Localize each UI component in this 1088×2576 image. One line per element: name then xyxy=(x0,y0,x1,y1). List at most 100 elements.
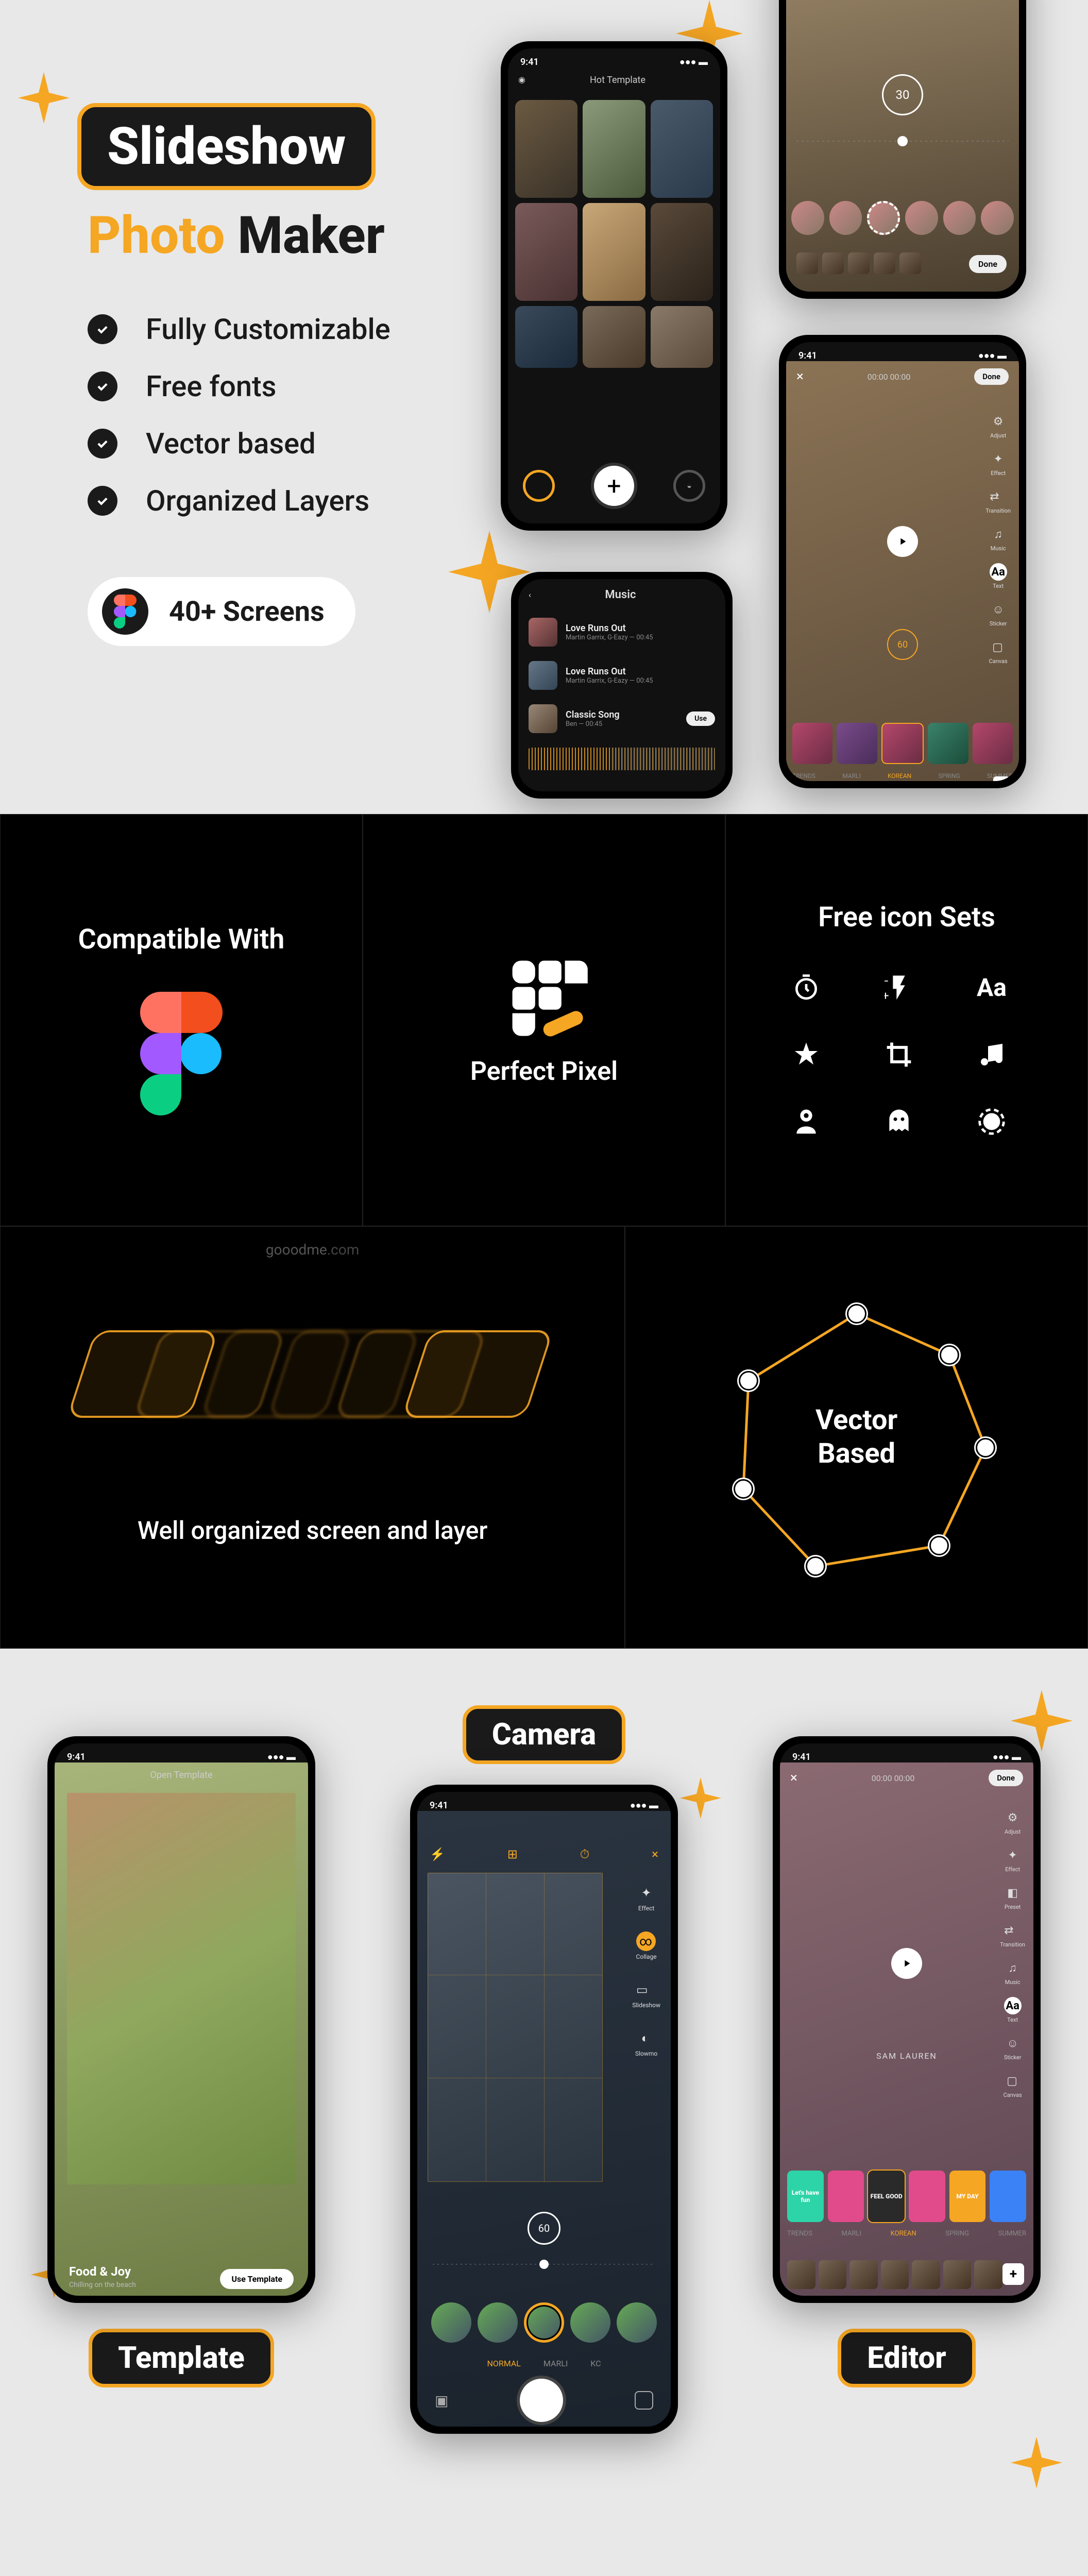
clip-thumb[interactable] xyxy=(819,2260,847,2289)
slideshow-tool[interactable]: ▭Slideshow xyxy=(632,1980,660,2009)
clip-thumb[interactable] xyxy=(899,252,921,274)
preset-tool[interactable]: ◧Preset xyxy=(1004,1884,1022,1910)
filter-thumb[interactable] xyxy=(478,2302,518,2343)
gallery-icon[interactable]: ▣ xyxy=(435,2392,448,2409)
clip-thumb[interactable] xyxy=(943,2260,972,2289)
filter-thumb[interactable] xyxy=(867,201,900,235)
music-track[interactable]: Love Runs OutMartin Garrix, G-Eazy — 00:… xyxy=(518,611,725,654)
preset-card[interactable]: FEEL GOOD xyxy=(868,2171,905,2222)
preset-card[interactable] xyxy=(928,723,968,764)
music-track[interactable]: Love Runs OutMartin Garrix, G-Eazy — 00:… xyxy=(518,654,725,697)
play-button[interactable] xyxy=(887,526,918,557)
template-thumbnail[interactable] xyxy=(651,203,713,301)
filter-thumb[interactable] xyxy=(570,2302,610,2343)
template-thumbnail[interactable] xyxy=(583,306,645,368)
canvas-tool[interactable]: ▢Canvas xyxy=(1004,2072,1022,2098)
sticker-tool[interactable]: ☺Sticker xyxy=(990,601,1007,627)
shutter-button[interactable] xyxy=(517,2376,566,2425)
preset-card[interactable] xyxy=(881,723,924,764)
template-thumbnail[interactable] xyxy=(515,100,577,198)
use-button[interactable]: Use xyxy=(686,711,715,726)
flash-icon[interactable]: ⚡ xyxy=(430,1847,445,1861)
template-thumbnail[interactable] xyxy=(651,100,713,198)
clip-thumb[interactable] xyxy=(974,2260,1002,2289)
use-template-button[interactable]: Use Template xyxy=(220,2269,294,2289)
play-button[interactable] xyxy=(891,1948,922,1979)
preset-card[interactable] xyxy=(990,2171,1026,2222)
waveform[interactable] xyxy=(529,748,715,770)
add-button[interactable]: + xyxy=(591,463,637,509)
done-button[interactable]: Done xyxy=(989,1770,1023,1786)
filter-thumb[interactable] xyxy=(431,2302,471,2343)
transition-tool[interactable]: ⇄Transition xyxy=(1000,1922,1025,1948)
camera-icon[interactable]: ◉ xyxy=(518,75,525,86)
effect-tool[interactable]: ✦Effect xyxy=(637,1883,656,1912)
clip-thumb[interactable] xyxy=(822,252,844,274)
filter-thumb[interactable] xyxy=(524,2302,564,2343)
filter-thumb[interactable] xyxy=(943,201,976,235)
transition-tool[interactable]: ⇄Transition xyxy=(985,488,1011,514)
preset-card[interactable]: Let's have fun xyxy=(787,2171,824,2222)
filter-thumb[interactable] xyxy=(829,201,862,235)
template-thumbnail[interactable] xyxy=(651,306,713,368)
text-tool[interactable]: AaText xyxy=(990,563,1007,589)
preset-card[interactable] xyxy=(828,2171,864,2222)
user-icon xyxy=(788,1104,824,1140)
clip-thumb[interactable] xyxy=(881,2260,909,2289)
add-clip-button[interactable]: + xyxy=(993,776,1010,781)
close-icon[interactable]: × xyxy=(652,1847,658,1861)
back-icon[interactable]: ‹ xyxy=(529,590,531,600)
switch-camera[interactable] xyxy=(635,2391,653,2410)
clip-thumb[interactable] xyxy=(849,2260,878,2289)
layers-illustration xyxy=(81,1330,545,1485)
record-ring-button[interactable] xyxy=(523,470,555,502)
done-button[interactable]: Done xyxy=(974,368,1009,385)
check-icon xyxy=(88,486,117,516)
close-icon[interactable]: × xyxy=(796,369,804,384)
filter-thumb[interactable] xyxy=(617,2302,657,2343)
done-button[interactable]: Done xyxy=(969,255,1007,273)
profile-button[interactable]: ◒ xyxy=(673,470,705,502)
figma-logo-icon xyxy=(140,992,223,1117)
timer-icon[interactable]: ⏱ xyxy=(580,1847,590,1861)
exposure-slider[interactable] xyxy=(796,131,1009,151)
clip-thumb[interactable] xyxy=(874,252,895,274)
collage-tool[interactable]: ∞Collage xyxy=(636,1931,657,1960)
sticker-tool[interactable]: ☺Sticker xyxy=(1004,2035,1022,2061)
timer-icon xyxy=(788,970,824,1006)
add-clip-button[interactable]: + xyxy=(1002,2263,1024,2285)
effect-tool[interactable]: ✦Effect xyxy=(990,450,1007,477)
filter-thumb[interactable] xyxy=(981,201,1014,235)
preset-card[interactable] xyxy=(837,723,877,764)
preset-card[interactable]: MY DAY xyxy=(949,2171,986,2222)
effect-tool[interactable]: ✦Effect xyxy=(1004,1846,1022,1873)
grid-icon[interactable]: ⊞ xyxy=(507,1847,518,1861)
clip-thumb[interactable] xyxy=(787,2260,815,2289)
slowmo-tool[interactable]: ◐Slowmo xyxy=(635,2028,657,2057)
filter-thumb[interactable] xyxy=(905,201,938,235)
template-thumbnail[interactable] xyxy=(583,203,645,301)
preset-card[interactable] xyxy=(792,723,832,764)
music-tool[interactable]: ♫Music xyxy=(1004,1959,1022,1986)
music-track[interactable]: Classic SongBen — 00:45 Use xyxy=(518,697,725,740)
star-icon xyxy=(788,1037,824,1073)
clip-thumb[interactable] xyxy=(912,2260,940,2289)
text-tool[interactable]: AaText xyxy=(1004,1997,1022,2023)
showcase-editor-col: 9:41●●● ▬ × 00:00 00:00 Done ⚙Adjust ✦Ef… xyxy=(752,1736,1061,2576)
template-thumbnail[interactable] xyxy=(515,306,577,368)
clip-thumb[interactable] xyxy=(796,252,818,274)
music-tool[interactable]: ♫Music xyxy=(990,526,1007,552)
close-icon[interactable]: × xyxy=(790,1770,797,1786)
adjust-tool[interactable]: ⚙Adjust xyxy=(1004,1809,1022,1835)
product-subtitle: Photo Maker xyxy=(88,206,489,266)
template-thumbnail[interactable] xyxy=(583,100,645,198)
clip-thumb[interactable] xyxy=(848,252,870,274)
template-thumbnail[interactable] xyxy=(515,203,577,301)
hero-section: Slideshow Photo Maker Fully Customizable… xyxy=(0,0,1088,814)
adjust-tool[interactable]: ⚙Adjust xyxy=(990,413,1007,439)
canvas-tool[interactable]: ▢Canvas xyxy=(989,638,1008,665)
preset-card[interactable] xyxy=(909,2171,945,2222)
filter-thumb[interactable] xyxy=(791,201,824,235)
preset-card[interactable] xyxy=(973,723,1013,764)
timer-ring: 30 xyxy=(882,74,923,115)
